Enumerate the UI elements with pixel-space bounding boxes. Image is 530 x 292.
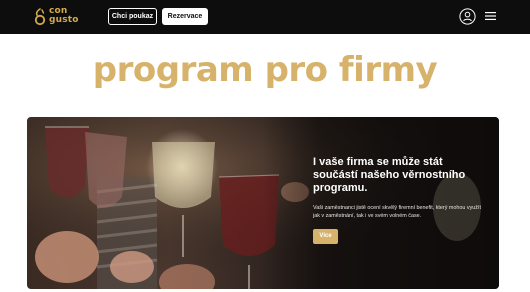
hamburger-menu-icon[interactable] (485, 11, 496, 21)
top-navigation-bar: con gusto Chci poukaz Rezervace (0, 0, 530, 34)
logo-text-line2: gusto (49, 15, 79, 25)
logo-mark-icon (34, 8, 46, 26)
hero-description: Vaši zaměstnanci jistě ocení skvělý fire… (313, 205, 481, 219)
congusto-logo[interactable]: con gusto (34, 7, 94, 27)
hero-content: I vaše firma se může stát součástí našeh… (313, 156, 488, 244)
reservation-button[interactable]: Rezervace (162, 8, 208, 25)
hero-heading: I vaše firma se může stát součástí našeh… (313, 156, 466, 194)
user-icon[interactable] (459, 8, 476, 25)
more-button[interactable]: Více (313, 229, 338, 244)
hero-banner: I vaše firma se může stát součástí našeh… (27, 117, 499, 289)
voucher-button[interactable]: Chci poukaz (108, 8, 157, 25)
logo-text: con gusto (49, 7, 99, 25)
page-title: program pro firmy (92, 50, 438, 90)
